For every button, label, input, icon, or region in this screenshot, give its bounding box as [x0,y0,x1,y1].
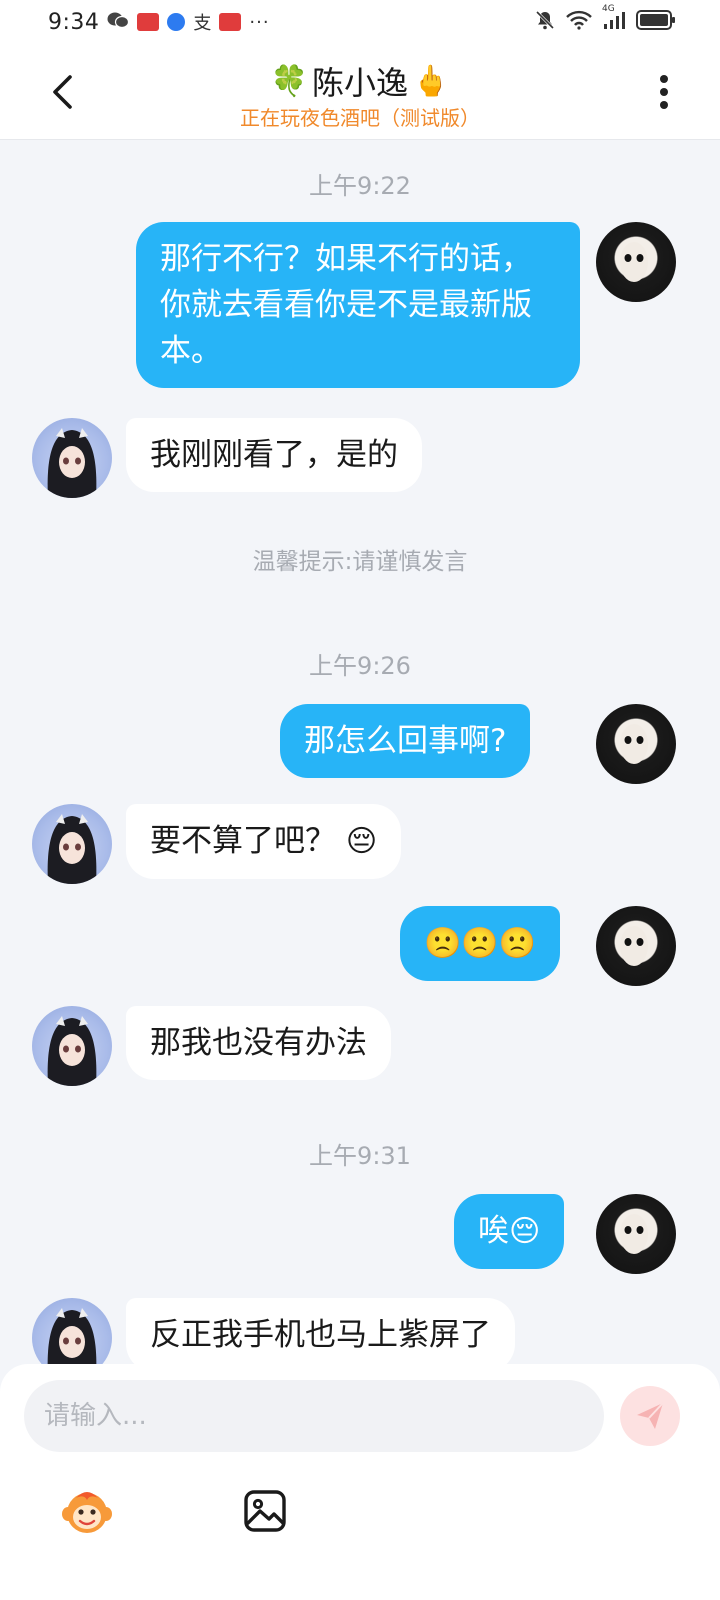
clover-emoji: 🍀 [270,63,308,99]
sticker-button[interactable] [60,1484,114,1538]
signal-icon: 4G [602,4,626,34]
browser-icon [167,13,186,31]
more-vertical-icon [660,75,668,109]
message-text: 反正我手机也马上紫屏了 [150,1317,491,1353]
frowning-emoji: 🙁🙁🙁 [424,926,537,961]
message-text: 那行不行？如果不行的话，你就去看看你是不是最新版本。 [160,241,532,369]
chat-title: 陈小逸 [311,64,408,102]
pensive-emoji: 😔 [345,824,378,859]
message-text: 那我也没有办法 [150,1025,367,1061]
contact-message-bubble[interactable]: 要不算了吧？ 😔 [126,804,402,879]
image-button[interactable] [238,1484,292,1538]
paper-plane-icon [637,1402,664,1429]
avatar-image [620,724,648,764]
app-notification-icon-2 [219,13,242,31]
message-text: 那怎么回事啊? [304,723,507,759]
status-misc-text: 支 [193,13,212,34]
finger-emoji: 🖕 [412,63,450,99]
my-message-bubble[interactable]: 那怎么回事啊? [280,704,531,778]
chat-subtitle: 正在玩夜色酒吧（测试版） [240,106,480,130]
message-text: 要不算了吧？ [150,823,336,859]
my-avatar[interactable] [596,704,676,784]
network-type-label: 4G [602,4,615,14]
avatar-image [620,242,648,282]
message-text: 我刚刚看了，是的 [150,437,398,473]
title-row: 🍀 陈小逸 🖕 [0,58,720,104]
send-button[interactable] [620,1386,680,1446]
pensive-emoji: 😔 [509,1214,541,1249]
message-timestamp: 上午9:26 [309,652,411,680]
message-text: 唉 [478,1213,509,1249]
image-icon [244,1490,286,1532]
wechat-icon [107,11,130,34]
my-avatar[interactable] [596,222,676,302]
chat-message-list[interactable]: 上午9:22 那行不行？如果不行的话，你就去看看你是不是最新版本。 我刚刚看了，… [0,140,720,1390]
status-left: 9:34 支 ··· [48,9,270,35]
battery-icon [636,9,676,35]
avatar-image [47,428,97,498]
my-message-bubble[interactable]: 唉😔 [454,1194,565,1269]
monkey-sticker-icon [62,1492,112,1533]
chat-header: 🍀 陈小逸 🖕 正在玩夜色酒吧（测试版） [0,44,720,140]
my-message-bubble[interactable]: 🙁🙁🙁 [400,906,561,981]
my-avatar[interactable] [596,906,676,986]
wifi-icon [566,10,592,34]
my-message-bubble[interactable]: 那行不行？如果不行的话，你就去看看你是不是最新版本。 [136,222,580,388]
app-notification-icon [137,13,160,31]
status-right: 4G [534,4,676,35]
status-bar: 9:34 支 ··· 4G [0,0,720,44]
contact-message-bubble[interactable]: 我刚刚看了，是的 [126,418,422,492]
contact-avatar[interactable] [32,804,112,884]
input-panel [0,1364,720,1600]
contact-message-bubble[interactable]: 那我也没有办法 [126,1006,391,1080]
more-button[interactable] [644,68,684,116]
more-notifications-icon: ··· [249,11,270,33]
avatar-image [47,814,97,884]
mute-bell-icon [534,9,556,35]
avatar-image [47,1016,97,1086]
message-input[interactable] [24,1380,604,1452]
system-tip: 温馨提示:请谨慎发言 [252,549,468,575]
contact-message-bubble[interactable]: 反正我手机也马上紫屏了 [126,1298,515,1372]
message-timestamp: 上午9:22 [309,172,411,200]
avatar-image [620,1214,648,1254]
contact-avatar[interactable] [32,1006,112,1086]
my-avatar[interactable] [596,1194,676,1274]
status-time: 9:34 [48,9,100,35]
avatar-image [620,926,648,966]
contact-avatar[interactable] [32,418,112,498]
message-timestamp: 上午9:31 [309,1142,411,1170]
